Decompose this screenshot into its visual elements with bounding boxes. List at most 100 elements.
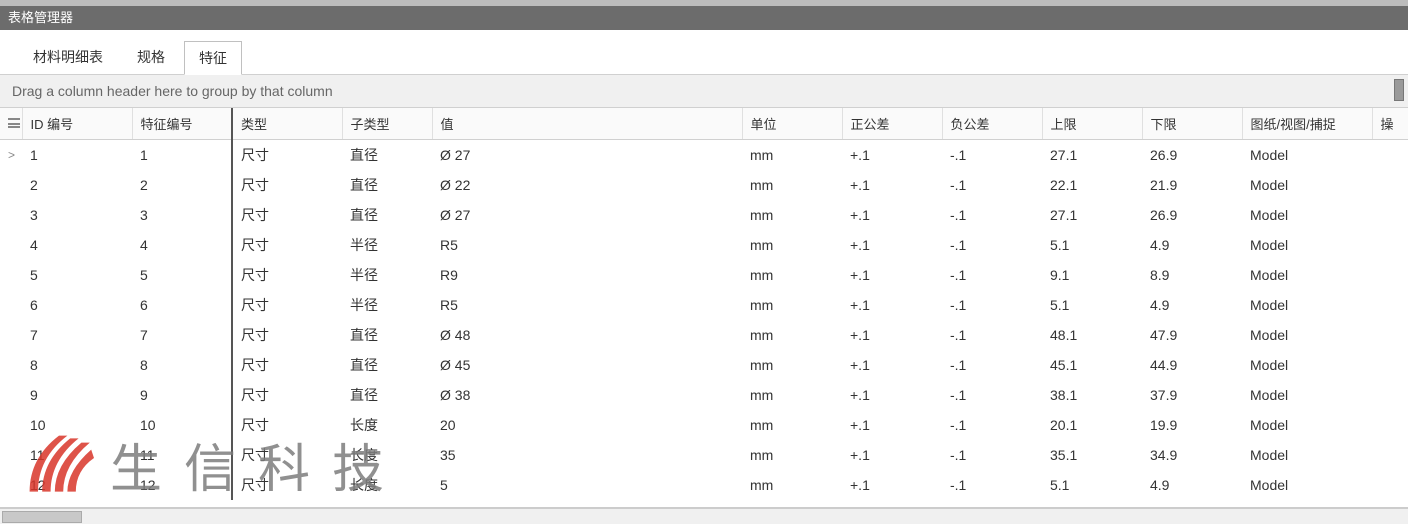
table-row[interactable]: 1010尺寸长度20mm+.1-.120.119.9Model [0, 410, 1408, 440]
row-expand-toggle[interactable] [0, 200, 22, 230]
row-expand-toggle[interactable] [0, 410, 22, 440]
cell-subtype: 直径 [342, 140, 432, 171]
cell-pos-tol: +.1 [842, 200, 942, 230]
cell-value: Ø 45 [432, 350, 742, 380]
cell-unit: mm [742, 170, 842, 200]
col-type[interactable]: 类型 [232, 108, 342, 140]
col-subtype[interactable]: 子类型 [342, 108, 432, 140]
col-id[interactable]: ID 编号 [22, 108, 132, 140]
cell-type: 尺寸 [232, 290, 342, 320]
cell-drawing: Model [1242, 200, 1372, 230]
cell-upper: 38.1 [1042, 380, 1142, 410]
table-row[interactable]: 1111尺寸长度35mm+.1-.135.134.9Model [0, 440, 1408, 470]
cell-id: 9 [22, 380, 132, 410]
cell-type: 尺寸 [232, 470, 342, 500]
window-titlebar: 表格管理器 [0, 6, 1408, 30]
cell-value: 35 [432, 440, 742, 470]
cell-upper: 22.1 [1042, 170, 1142, 200]
cell-id: 6 [22, 290, 132, 320]
cell-type: 尺寸 [232, 410, 342, 440]
row-expand-toggle[interactable]: > [0, 140, 22, 171]
cell-subtype: 长度 [342, 440, 432, 470]
tab-bom[interactable]: 材料明细表 [18, 40, 118, 74]
table-row[interactable]: 88尺寸直径Ø 45mm+.1-.145.144.9Model [0, 350, 1408, 380]
table-row[interactable]: 1212尺寸长度5mm+.1-.15.14.9Model [0, 470, 1408, 500]
cell-feat-num: 10 [132, 410, 232, 440]
cell-neg-tol: -.1 [942, 320, 1042, 350]
header-menu-button[interactable] [0, 108, 22, 140]
table-row[interactable]: 55尺寸半径R9mm+.1-.19.18.9Model [0, 260, 1408, 290]
cell-unit: mm [742, 470, 842, 500]
row-expand-toggle[interactable] [0, 350, 22, 380]
cell-value: R5 [432, 290, 742, 320]
col-op[interactable]: 操 [1372, 108, 1408, 140]
cell-feat-num: 3 [132, 200, 232, 230]
row-expand-toggle[interactable] [0, 290, 22, 320]
cell-id: 2 [22, 170, 132, 200]
tab-bar: 材料明细表 规格 特征 [0, 30, 1408, 75]
cell-pos-tol: +.1 [842, 470, 942, 500]
cell-unit: mm [742, 260, 842, 290]
col-feat-num[interactable]: 特征编号 [132, 108, 232, 140]
cell-upper: 35.1 [1042, 440, 1142, 470]
table-row[interactable]: 66尺寸半径R5mm+.1-.15.14.9Model [0, 290, 1408, 320]
row-expand-toggle[interactable] [0, 470, 22, 500]
table-row[interactable]: >11尺寸直径Ø 27mm+.1-.127.126.9Model [0, 140, 1408, 171]
cell-neg-tol: -.1 [942, 290, 1042, 320]
cell-drawing: Model [1242, 380, 1372, 410]
col-drawing[interactable]: 图纸/视图/捕捉 [1242, 108, 1372, 140]
col-neg-tol[interactable]: 负公差 [942, 108, 1042, 140]
cell-lower: 4.9 [1142, 470, 1242, 500]
cell-feat-num: 4 [132, 230, 232, 260]
row-expand-toggle[interactable] [0, 230, 22, 260]
cell-subtype: 半径 [342, 230, 432, 260]
cell-type: 尺寸 [232, 260, 342, 290]
cell-pos-tol: +.1 [842, 320, 942, 350]
header-row: ID 编号 特征编号 类型 子类型 值 单位 正公差 负公差 上限 下限 图纸/… [0, 108, 1408, 140]
cell-subtype: 直径 [342, 380, 432, 410]
cell-neg-tol: -.1 [942, 200, 1042, 230]
cell-drawing: Model [1242, 290, 1372, 320]
cell-op [1372, 410, 1408, 440]
row-expand-toggle[interactable] [0, 380, 22, 410]
cell-pos-tol: +.1 [842, 350, 942, 380]
group-by-drop-area[interactable]: Drag a column header here to group by th… [0, 75, 1408, 108]
scrollbar-thumb[interactable] [2, 511, 82, 523]
cell-upper: 5.1 [1042, 230, 1142, 260]
row-expand-toggle[interactable] [0, 320, 22, 350]
cell-unit: mm [742, 230, 842, 260]
cell-value: Ø 38 [432, 380, 742, 410]
row-expand-toggle[interactable] [0, 260, 22, 290]
table-row[interactable]: 44尺寸半径R5mm+.1-.15.14.9Model [0, 230, 1408, 260]
cell-op [1372, 380, 1408, 410]
cell-type: 尺寸 [232, 170, 342, 200]
cell-op [1372, 350, 1408, 380]
table-row[interactable]: 77尺寸直径Ø 48mm+.1-.148.147.9Model [0, 320, 1408, 350]
table-row[interactable]: 33尺寸直径Ø 27mm+.1-.127.126.9Model [0, 200, 1408, 230]
cell-id: 4 [22, 230, 132, 260]
cell-lower: 47.9 [1142, 320, 1242, 350]
cell-upper: 27.1 [1042, 140, 1142, 171]
cell-id: 7 [22, 320, 132, 350]
table-row[interactable]: 22尺寸直径Ø 22mm+.1-.122.121.9Model [0, 170, 1408, 200]
cell-upper: 45.1 [1042, 350, 1142, 380]
col-value[interactable]: 值 [432, 108, 742, 140]
row-expand-toggle[interactable] [0, 170, 22, 200]
col-upper[interactable]: 上限 [1042, 108, 1142, 140]
table-row[interactable]: 99尺寸直径Ø 38mm+.1-.138.137.9Model [0, 380, 1408, 410]
cell-neg-tol: -.1 [942, 170, 1042, 200]
column-chooser-button[interactable] [1394, 79, 1404, 101]
col-pos-tol[interactable]: 正公差 [842, 108, 942, 140]
cell-feat-num: 8 [132, 350, 232, 380]
cell-type: 尺寸 [232, 440, 342, 470]
col-lower[interactable]: 下限 [1142, 108, 1242, 140]
cell-feat-num: 6 [132, 290, 232, 320]
row-expand-toggle[interactable] [0, 440, 22, 470]
cell-op [1372, 170, 1408, 200]
col-unit[interactable]: 单位 [742, 108, 842, 140]
tab-spec[interactable]: 规格 [122, 40, 180, 74]
tab-feature[interactable]: 特征 [184, 41, 242, 75]
cell-lower: 8.9 [1142, 260, 1242, 290]
cell-op [1372, 290, 1408, 320]
cell-pos-tol: +.1 [842, 170, 942, 200]
